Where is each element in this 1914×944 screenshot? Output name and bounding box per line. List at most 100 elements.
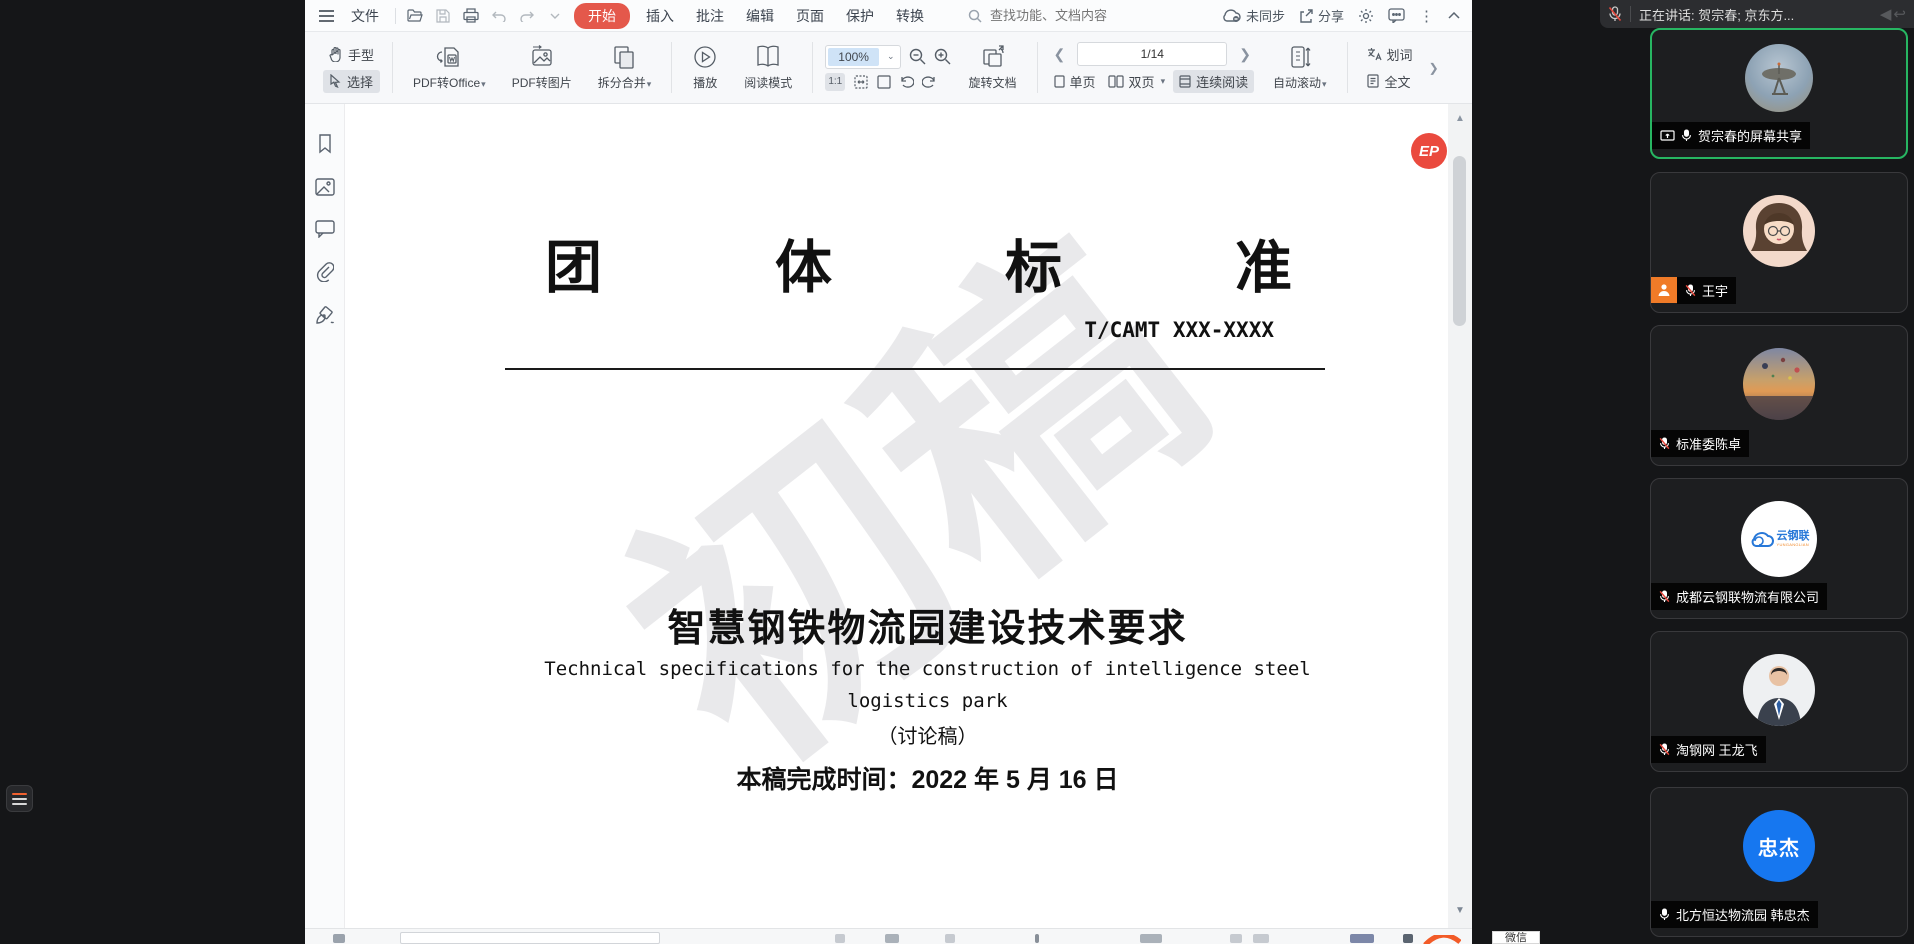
attachment-icon[interactable] <box>316 262 334 282</box>
actual-size-button[interactable]: 1:1 <box>825 73 845 91</box>
status-view-icon[interactable] <box>1253 934 1269 943</box>
continuous-reading-button[interactable]: 连续阅读 <box>1173 70 1254 93</box>
hand-tool-button[interactable]: 手型 <box>323 43 380 66</box>
scrollbar-thumb[interactable] <box>1453 156 1466 326</box>
status-zoom-icon[interactable] <box>1350 934 1374 943</box>
avatar: 忠杰 <box>1743 810 1815 882</box>
zoom-out-icon[interactable] <box>909 48 926 65</box>
tab-insert[interactable]: 插入 <box>640 4 680 28</box>
status-view-icon[interactable] <box>1140 934 1162 943</box>
participant-tile[interactable]: 忠杰 北方恒达物流园 韩忠杰 <box>1650 787 1908 937</box>
page-number-input[interactable] <box>1077 42 1227 66</box>
pdf-app-logo-badge[interactable]: EP <box>1411 133 1447 169</box>
status-icon[interactable] <box>835 934 845 943</box>
search-box[interactable] <box>968 7 1158 24</box>
share-button[interactable]: 分享 <box>1299 6 1344 25</box>
speaking-indicator-bar[interactable]: 正在讲话: 贺宗春; 京东方... ◀↩ <box>1600 0 1914 28</box>
thumbnails-icon[interactable] <box>315 178 335 196</box>
tab-page[interactable]: 页面 <box>790 4 830 28</box>
participant-tile[interactable]: 云钢联 YUNGANGLIAN 成都云钢联物流有限公司 <box>1650 478 1908 619</box>
scroll-up-arrow[interactable]: ▲ <box>1453 112 1467 126</box>
person-icon <box>1657 283 1671 297</box>
more-commands-caret-icon[interactable] <box>546 7 564 25</box>
save-icon[interactable] <box>434 7 452 25</box>
search-icon <box>968 9 982 23</box>
zoom-select[interactable]: 100%⌄ <box>825 45 900 69</box>
play-button[interactable]: 播放 <box>684 36 726 99</box>
select-tool-label: 选择 <box>347 72 373 91</box>
speaker-nav-arrows[interactable]: ◀↩ <box>1880 5 1906 23</box>
sync-status[interactable]: 未同步 <box>1222 6 1285 25</box>
hand-tool-label: 手型 <box>348 45 374 64</box>
participant-name: 标准委陈卓 <box>1676 434 1741 453</box>
zoom-in-icon[interactable] <box>934 48 951 65</box>
double-page-button[interactable]: 双页▾ <box>1104 70 1170 93</box>
collapse-toolbar-icon[interactable] <box>1448 12 1460 19</box>
menu-file[interactable]: 文件 <box>345 4 385 28</box>
tab-edit[interactable]: 编辑 <box>740 4 780 28</box>
pointer-tools: 手型 选择 <box>323 36 380 99</box>
play-icon <box>692 44 718 70</box>
split-merge-button[interactable]: 拆分合并▾ <box>590 36 660 99</box>
participant-name: 淘钢网 王龙飞 <box>1676 740 1758 759</box>
avatar <box>1743 654 1815 726</box>
print-icon[interactable] <box>462 7 480 25</box>
select-tool-button[interactable]: 选择 <box>323 70 380 93</box>
floating-notes-widget[interactable] <box>6 785 33 812</box>
participant-tile[interactable]: 王宇 <box>1650 172 1908 313</box>
bookmarks-icon[interactable] <box>316 134 334 154</box>
fit-page-icon[interactable] <box>877 75 891 89</box>
share-icon <box>1299 8 1314 23</box>
status-icon[interactable] <box>885 934 899 943</box>
rotate-left-icon[interactable] <box>899 75 914 89</box>
mic-muted-icon <box>1608 6 1622 22</box>
read-mode-button[interactable]: 阅读模式 <box>736 36 800 99</box>
mic-muted-icon <box>1659 437 1670 450</box>
toolbar-expand-icon[interactable]: ❯ <box>1429 61 1439 75</box>
scroll-down-arrow[interactable]: ▼ <box>1453 904 1467 918</box>
redo-icon[interactable] <box>518 7 536 25</box>
chat-bubble-icon[interactable] <box>1388 8 1405 23</box>
pdf-to-office-button[interactable]: PDF转Office▾ <box>405 36 494 99</box>
translate-full-button[interactable]: 全文 <box>1360 70 1419 93</box>
split-merge-icon <box>611 44 637 70</box>
rotate-doc-icon <box>979 44 1007 70</box>
undo-icon[interactable] <box>490 7 508 25</box>
search-input[interactable] <box>988 7 1138 24</box>
zoom-value: 100% <box>828 48 879 66</box>
status-icon[interactable] <box>1035 934 1039 943</box>
vertical-scrollbar[interactable]: ▲ ▼ <box>1448 104 1472 928</box>
translate-word-button[interactable]: 划词 <box>1360 43 1419 66</box>
pdf-reader-window: 文件 开始 插入 批注 编辑 页面 保 <box>305 0 1472 944</box>
participant-tile[interactable]: 淘钢网 王龙飞 <box>1650 631 1908 772</box>
tab-comment[interactable]: 批注 <box>690 4 730 28</box>
settings-gear-icon[interactable] <box>1358 8 1374 24</box>
divider <box>395 8 396 24</box>
rotate-right-icon[interactable] <box>922 75 937 89</box>
open-folder-icon[interactable] <box>406 7 424 25</box>
status-page-input[interactable] <box>400 932 660 944</box>
pdf-to-image-button[interactable]: PDF转图片 <box>504 36 580 99</box>
participant-tile[interactable]: 标准委陈卓 <box>1650 325 1908 466</box>
prev-page-icon[interactable]: ❮ <box>1050 46 1070 63</box>
sign-stamp-icon[interactable] <box>315 306 335 326</box>
more-options-icon[interactable]: ⋮ <box>1419 7 1434 25</box>
participant-tile[interactable]: 贺宗春的屏幕共享 <box>1650 28 1908 159</box>
status-zoom-icon[interactable] <box>1403 934 1413 943</box>
tab-convert[interactable]: 转换 <box>890 4 930 28</box>
rotate-doc-button[interactable]: 旋转文档 <box>961 36 1025 99</box>
status-view-icon[interactable] <box>1230 934 1242 943</box>
avatar <box>1743 348 1815 420</box>
comments-icon[interactable] <box>315 220 335 238</box>
status-panel-icon[interactable] <box>333 934 345 943</box>
fit-width-icon[interactable] <box>853 75 869 89</box>
hamburger-menu-icon[interactable] <box>317 7 335 25</box>
status-icon[interactable] <box>945 934 955 943</box>
auto-scroll-button[interactable]: 自动滚动▾ <box>1265 36 1335 99</box>
tab-protect[interactable]: 保护 <box>840 4 880 28</box>
next-page-icon[interactable]: ❯ <box>1235 46 1255 63</box>
single-page-button[interactable]: 单页 <box>1050 70 1100 93</box>
doc-title-en-line1: Technical specifications for the constru… <box>405 658 1448 680</box>
tab-home[interactable]: 开始 <box>574 3 630 29</box>
menu-bar: 文件 开始 插入 批注 编辑 页面 保 <box>305 0 1472 32</box>
